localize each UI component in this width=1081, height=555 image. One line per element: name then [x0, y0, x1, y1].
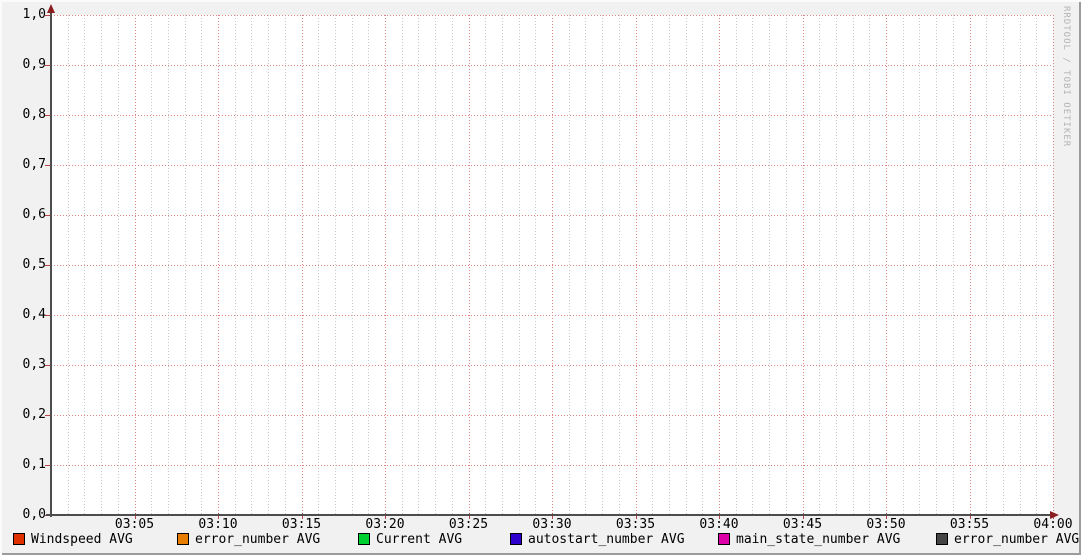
legend-item: autostart_number AVG — [510, 531, 685, 547]
major-horizontal-gridline — [51, 115, 1053, 116]
y-tick-label: 1,0 — [22, 7, 46, 22]
y-tick-label: 0,8 — [22, 107, 46, 122]
major-horizontal-gridline — [51, 15, 1053, 16]
legend-label: autostart_number AVG — [528, 531, 685, 547]
y-tick-label: 0,2 — [22, 407, 46, 422]
x-tick-label: 03:30 — [532, 517, 572, 532]
legend-label: main_state_number AVG — [736, 531, 901, 547]
major-vertical-gridline — [1053, 15, 1054, 515]
major-horizontal-gridline — [51, 465, 1053, 466]
legend-color-swatch — [936, 533, 948, 545]
x-tick-label: 04:00 — [1033, 517, 1073, 532]
legend-item: Current AVG — [358, 531, 462, 547]
legend-color-swatch — [13, 533, 25, 545]
legend-label: Current AVG — [376, 531, 463, 547]
y-tick-label: 0,5 — [22, 257, 46, 272]
x-tick-label: 03:10 — [198, 517, 238, 532]
major-horizontal-gridline — [51, 215, 1053, 216]
x-tick-label: 03:50 — [866, 517, 906, 532]
y-tick-label: 0,0 — [22, 507, 46, 522]
legend-item: error_number AVG — [936, 531, 1079, 547]
y-tick-label: 0,3 — [22, 357, 46, 372]
x-tick-label: 03:40 — [699, 517, 739, 532]
legend-color-swatch — [177, 533, 189, 545]
x-tick-label: 03:20 — [365, 517, 405, 532]
major-horizontal-gridline — [51, 365, 1053, 366]
legend-item: main_state_number AVG — [718, 531, 900, 547]
y-tick-label: 0,7 — [22, 157, 46, 172]
legend-item: error_number AVG — [177, 531, 320, 547]
legend-label: error_number AVG — [954, 531, 1080, 547]
x-axis-line — [46, 514, 1050, 516]
major-horizontal-gridline — [51, 315, 1053, 316]
x-tick-label: 03:05 — [114, 517, 155, 532]
x-tick-label: 03:55 — [949, 517, 990, 532]
y-tick-label: 0,9 — [22, 57, 46, 72]
major-horizontal-gridline — [51, 165, 1053, 166]
x-tick-label: 03:45 — [782, 517, 823, 532]
legend-item: Windspeed AVG — [13, 531, 133, 547]
y-tick-label: 0,1 — [22, 457, 46, 472]
legend-label: Windspeed AVG — [31, 531, 133, 547]
legend-label: error_number AVG — [195, 531, 321, 547]
legend-color-swatch — [718, 533, 730, 545]
y-tick-label: 0,4 — [22, 307, 46, 322]
y-axis-line — [50, 8, 52, 517]
major-horizontal-gridline — [51, 265, 1053, 266]
major-horizontal-gridline — [51, 65, 1053, 66]
legend-color-swatch — [510, 533, 522, 545]
y-tick-label: 0,6 — [22, 207, 46, 222]
rrdtool-graph: 03:05 03:10 03:15 03:20 03:25 03:30 03:35 03:40… — [0, 0, 1081, 555]
x-tick-label: 03:25 — [448, 517, 489, 532]
x-tick-label: 03:35 — [615, 517, 656, 532]
legend-color-swatch — [358, 533, 370, 545]
watermark-text: RRDTOOL / TOBI OETIKER — [1061, 6, 1071, 148]
major-horizontal-gridline — [51, 415, 1053, 416]
x-tick-label: 03:15 — [281, 517, 322, 532]
y-axis-arrow-icon — [47, 4, 55, 13]
